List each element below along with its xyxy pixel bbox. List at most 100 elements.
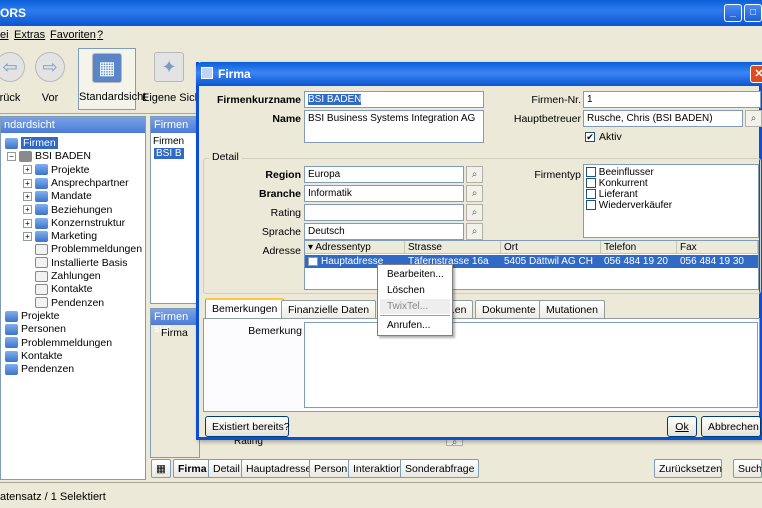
search-button[interactable]: Suche xyxy=(733,459,762,478)
firma-dialog: Firma ✕ Firmenkurzname BSI BADEN Name BS… xyxy=(196,62,762,440)
tree-item[interactable]: Zahlungen xyxy=(35,270,101,283)
region-lookup-icon[interactable]: ⌕ xyxy=(466,166,483,183)
tree-item-label: Kontakte xyxy=(51,283,93,296)
tree-item[interactable]: + Marketing xyxy=(23,230,97,243)
context-menu-separator xyxy=(380,315,450,316)
hauptbetreuer-lookup-icon[interactable]: ⌕ xyxy=(745,110,762,127)
custom-view-button[interactable]: ✦ Eigene Sicht xyxy=(142,48,204,110)
main-window-titlebar: ORS _ □ xyxy=(0,0,762,26)
forward-button[interactable]: ⇨ Vor xyxy=(30,48,70,110)
rating-lookup-icon[interactable]: ⌕ xyxy=(466,204,483,221)
sprache-lookup-icon[interactable]: ⌕ xyxy=(466,223,483,240)
context-menu-anrufen[interactable]: Anrufen... xyxy=(380,318,450,333)
reset-button[interactable]: Zurücksetzen xyxy=(654,459,722,478)
table-icon[interactable]: ▦ xyxy=(151,459,171,478)
menu-favoriten[interactable]: Favoriten xyxy=(50,29,96,41)
tab-bemerkungen[interactable]: Bemerkungen xyxy=(205,298,285,319)
exists-check-button[interactable]: Existiert bereits? xyxy=(205,416,290,437)
company-list-row[interactable]: BSI B xyxy=(154,148,184,159)
context-menu-bearbeiten[interactable]: Bearbeiten... xyxy=(380,267,450,282)
sprache-field[interactable]: Deutsch xyxy=(304,223,464,240)
ok-button[interactable]: Ok xyxy=(667,416,697,437)
column-header-ort[interactable]: Ort xyxy=(501,241,601,254)
tree-item-label: Kontakte xyxy=(21,349,63,362)
tree-expander-icon[interactable]: + xyxy=(23,178,32,188)
tree-item[interactable]: Projekte xyxy=(5,310,60,323)
tree-item[interactable]: + Projekte xyxy=(23,164,90,177)
doc-icon xyxy=(35,257,48,269)
column-header-adressentyp[interactable]: ▾ Adressentyp xyxy=(305,241,405,254)
tree-item[interactable]: + Ansprechpartner xyxy=(23,177,129,190)
tab-person[interactable]: Person xyxy=(309,459,353,478)
column-header-strasse[interactable]: Strasse xyxy=(405,241,501,254)
tree-item[interactable]: + Konzernstruktur xyxy=(23,217,125,230)
minimize-button[interactable]: _ xyxy=(724,4,742,22)
tree-item[interactable]: − BSI BADEN xyxy=(7,150,91,163)
close-button[interactable]: ✕ xyxy=(750,65,762,83)
folder-icon xyxy=(5,310,18,322)
hauptbetreuer-field[interactable]: Rusche, Chris (BSI BADEN) xyxy=(583,110,743,127)
firmentyp-label: Firmentyp xyxy=(534,169,581,181)
context-menu-twixtel[interactable]: TwixTel... xyxy=(380,299,450,314)
back-button[interactable]: ⇦ rück xyxy=(0,48,30,110)
tree-expander-icon[interactable]: + xyxy=(23,205,32,215)
main-window-title: ORS xyxy=(0,6,27,20)
region-label: Region xyxy=(265,169,301,181)
firmen-nr-field[interactable]: 1 xyxy=(583,91,761,108)
firmentyp-option[interactable]: Wiederverkäufer xyxy=(586,200,672,211)
tree-item[interactable]: Problemmeldungen xyxy=(5,337,112,350)
column-header-telefon[interactable]: Telefon xyxy=(601,241,677,254)
tree-item[interactable]: Installierte Basis xyxy=(35,257,127,270)
tree-item[interactable]: + Mandate xyxy=(23,190,92,203)
menu-extras[interactable]: Extras xyxy=(14,29,45,41)
maximize-button[interactable]: □ xyxy=(744,4,762,22)
firmentyp-option[interactable]: Konkurrent xyxy=(586,178,648,189)
tab-sonderabfrage[interactable]: Sonderabfrage xyxy=(400,459,480,478)
tab-dokumente[interactable]: Dokumente xyxy=(475,300,543,318)
name-field[interactable]: BSI Business Systems Integration AG xyxy=(304,110,484,143)
tab-hauptadresse[interactable]: Hauptadresse xyxy=(241,459,317,478)
cancel-button[interactable]: Abbrechen xyxy=(701,416,761,437)
tree-item[interactable]: Kontakte xyxy=(5,350,62,363)
tree-expander-icon[interactable]: + xyxy=(23,165,32,175)
tab-detail[interactable]: Detail xyxy=(208,459,245,478)
menu-help[interactable]: ? xyxy=(97,29,103,41)
tab-firma[interactable]: Firma xyxy=(173,459,212,478)
tab-interaktion[interactable]: Interaktion xyxy=(348,459,408,478)
kurzname-field[interactable]: BSI BADEN xyxy=(304,91,484,108)
folder-icon xyxy=(35,177,48,189)
column-header-fax[interactable]: Fax xyxy=(677,241,758,254)
navigation-tree-panel: ndardsicht Firmen − BSI BADEN + Projekte + Ans… xyxy=(0,116,146,480)
tab-mutationen[interactable]: Mutationen xyxy=(539,300,605,318)
branche-field[interactable]: Informatik xyxy=(304,185,464,202)
tree-expander-icon[interactable]: + xyxy=(23,218,32,228)
tree-expander-icon[interactable]: + xyxy=(23,231,32,241)
tree-expander-icon[interactable]: − xyxy=(7,152,16,162)
tree-item[interactable]: Firmen xyxy=(5,137,58,150)
region-field[interactable]: Europa xyxy=(304,166,464,183)
aktiv-checkbox[interactable]: ✔ xyxy=(585,132,595,142)
folder-icon xyxy=(35,164,48,176)
tree-item[interactable]: Kontakte xyxy=(35,283,92,296)
dialog-window-icon xyxy=(201,67,213,79)
tree-item[interactable]: Pendenzen xyxy=(35,297,104,310)
firmentyp-option[interactable]: Lieferant xyxy=(586,189,638,200)
menu-datei[interactable]: ei xyxy=(0,29,9,41)
standard-view-button[interactable]: ▦ Standardsicht xyxy=(78,48,146,110)
tree-item[interactable]: Personen xyxy=(5,323,66,336)
branche-lookup-icon[interactable]: ⌕ xyxy=(466,185,483,202)
context-menu-loeschen[interactable]: Löschen xyxy=(380,283,450,298)
tree-item[interactable]: Pendenzen xyxy=(5,363,74,376)
bemerkung-textarea[interactable] xyxy=(304,322,758,408)
rating-field[interactable] xyxy=(304,204,464,221)
tree-item-label: Ansprechpartner xyxy=(51,176,129,189)
tree-expander-icon[interactable]: + xyxy=(23,191,32,201)
tab-finanzielle-daten[interactable]: Finanzielle Daten xyxy=(281,300,377,318)
tree-item-label: Personen xyxy=(21,323,66,336)
company-list-column[interactable]: Firmen xyxy=(153,136,184,147)
tree-item[interactable]: + Beziehungen xyxy=(23,204,112,217)
tree-item[interactable]: Problemmeldungen xyxy=(35,243,142,256)
tree-item-label: Problemmeldungen xyxy=(21,336,113,349)
firmentyp-option[interactable]: Beeinflusser xyxy=(586,167,654,178)
tree-item-label: Pendenzen xyxy=(21,363,75,376)
